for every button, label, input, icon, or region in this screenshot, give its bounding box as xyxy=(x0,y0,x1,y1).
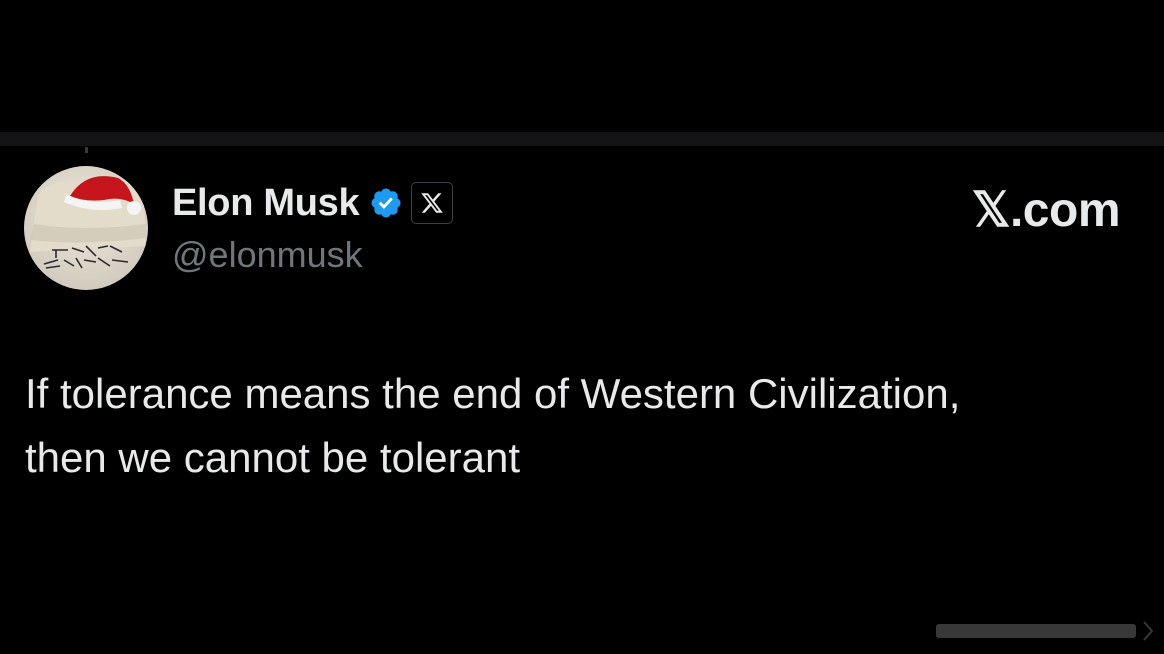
header-divider xyxy=(0,132,1164,146)
divider-mark xyxy=(85,147,88,153)
author-name-row: Elon Musk xyxy=(172,180,454,226)
avatar[interactable] xyxy=(24,166,148,290)
verified-badge-icon[interactable] xyxy=(369,186,403,220)
top-blank-area xyxy=(0,0,1164,132)
brand-logo: 𝕏.com xyxy=(971,184,1121,237)
watermark xyxy=(926,616,1156,646)
author-handle[interactable]: @elonmusk xyxy=(172,234,363,276)
display-name[interactable]: Elon Musk xyxy=(172,182,360,225)
x-logo-icon[interactable] xyxy=(411,182,454,224)
tweet-text: If tolerance means the end of Western Ci… xyxy=(25,370,961,481)
avatar-image xyxy=(30,176,146,269)
